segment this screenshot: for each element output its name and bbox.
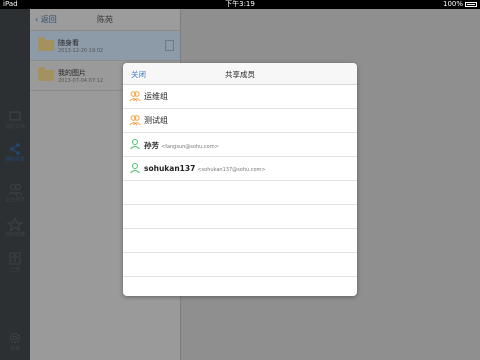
- status-bar: iPad 下午3:19 100%: [0, 0, 480, 9]
- rail-item-label: 设置: [9, 346, 20, 352]
- user-email: <sohukan137@sohu.com>: [197, 167, 266, 173]
- group-icon: [129, 91, 141, 102]
- page-title: 陈苑: [97, 15, 113, 24]
- battery-status: 100%: [443, 0, 477, 9]
- file-date: 2013-07-04 07:12: [58, 78, 104, 84]
- upload-icon: [9, 252, 21, 265]
- dialog-title: 共享成员: [225, 70, 255, 79]
- status-time: 下午3:19: [225, 0, 255, 8]
- user-email: <fangsun@sohu.com>: [161, 144, 219, 150]
- detail-icon[interactable]: [165, 40, 174, 51]
- rail-item-settings[interactable]: 设置: [0, 331, 30, 352]
- rail-item-my-share[interactable]: 我的共享: [0, 142, 30, 163]
- rail-item-label: 我的收藏: [4, 232, 25, 238]
- battery-percent: 100%: [442, 0, 463, 8]
- empty-row: [123, 253, 357, 277]
- rail-item-label: 企业共享: [4, 197, 25, 203]
- battery-icon: [465, 2, 477, 7]
- file-row[interactable]: 随身看 2013-12-20 19:02: [30, 31, 180, 61]
- file-name: 随身看: [58, 39, 79, 47]
- member-group-row[interactable]: 运维组: [123, 85, 357, 109]
- member-user-row[interactable]: sohukan137 <sohukan137@sohu.com>: [123, 157, 357, 181]
- empty-row: [123, 181, 357, 205]
- star-icon: [6, 217, 24, 231]
- rail-item-favorites[interactable]: 我的收藏: [0, 217, 30, 238]
- share-icon: [10, 143, 20, 155]
- gear-icon: [9, 332, 21, 344]
- group-name: 测试组: [144, 116, 168, 125]
- member-user-row[interactable]: 孙芳 <fangsun@sohu.com>: [123, 133, 357, 157]
- users-icon: [8, 184, 23, 196]
- empty-row: [123, 229, 357, 253]
- nav-rail: 我的文档 我的共享 企业共享 我的收藏 上传 设置: [0, 9, 30, 360]
- member-group-row[interactable]: 测试组: [123, 109, 357, 133]
- group-icon: [129, 115, 141, 126]
- share-members-dialog: 关闭 共享成员 运维组 测试组 孙芳 <fangsun@sohu.com> soh…: [123, 63, 357, 296]
- user-icon: [130, 163, 140, 174]
- rail-item-upload[interactable]: 上传: [0, 252, 30, 273]
- rail-item-label: 上传: [9, 267, 20, 273]
- empty-row: [123, 205, 357, 229]
- group-name: 运维组: [144, 92, 168, 101]
- file-date: 2013-12-20 19:02: [58, 48, 104, 54]
- folder-icon: [38, 67, 54, 81]
- user-entry: sohukan137 <sohukan137@sohu.com>: [144, 164, 266, 173]
- user-name: sohukan137: [144, 164, 196, 173]
- rail-item-enterprise-share[interactable]: 企业共享: [0, 182, 30, 203]
- rail-item-label: 我的共享: [4, 157, 25, 163]
- file-name: 我的图片: [58, 69, 86, 77]
- user-name: 孙芳: [144, 141, 159, 150]
- user-entry: 孙芳 <fangsun@sohu.com>: [144, 140, 219, 151]
- rail-item-label: 我的文档: [4, 124, 25, 130]
- dialog-header: 关闭 共享成员: [123, 63, 357, 85]
- folder-icon: [38, 37, 54, 51]
- folder-icon: [9, 111, 21, 121]
- rail-item-my-docs[interactable]: 我的文档: [0, 109, 30, 130]
- empty-row: [123, 277, 357, 296]
- file-panel-header: ‹ 返回 陈苑: [30, 9, 180, 31]
- user-icon: [130, 139, 140, 150]
